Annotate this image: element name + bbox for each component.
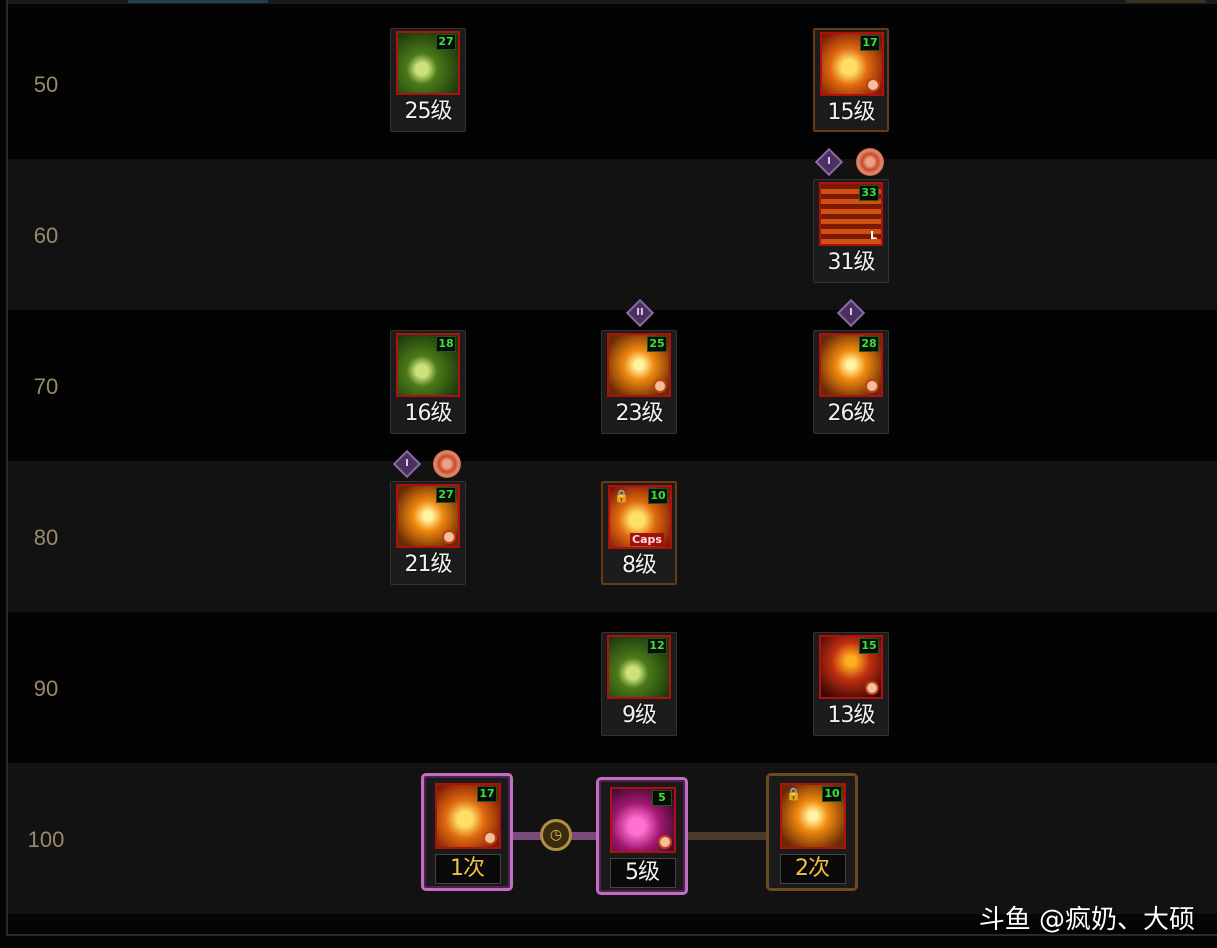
skill-level-badge: 10: [648, 488, 668, 504]
dark-tree-icon: 5: [610, 787, 676, 853]
skill-level-badge: 27: [436, 487, 456, 503]
flame-figure-icon: 15: [819, 635, 883, 699]
cooldown-clock-icon: [442, 530, 456, 544]
green-spike-icon: 27: [396, 31, 460, 95]
l-tag: L: [869, 229, 877, 242]
skill-level-label: 13级: [827, 703, 876, 728]
skill-level-badge: 27: [436, 34, 456, 50]
fire-slash-icon: 17: [820, 32, 884, 96]
cooldown-clock-icon: [865, 379, 879, 393]
skill-count-label: 1次: [450, 856, 485, 881]
awakening-skill-slot[interactable]: 17 1次: [421, 773, 513, 891]
skill-level-label: 31级: [827, 250, 876, 275]
watermark: 斗鱼 @疯奶、大硕: [978, 905, 1195, 935]
skill-slot[interactable]: 27 25级: [390, 28, 466, 132]
skill-level-label: 9级: [622, 703, 657, 728]
skill-level-label: 15级: [827, 100, 876, 125]
awakening-skill-slot[interactable]: 5 5级: [596, 777, 688, 895]
skill-level-badge: 10: [822, 786, 842, 802]
cooldown-clock-icon: [483, 831, 497, 845]
skill-level-badge: 17: [477, 786, 497, 802]
golden-warrior-icon: 25: [607, 333, 671, 397]
awakening-skill-slot[interactable]: 🔒 10 2次: [766, 773, 858, 891]
skill-count-label: 2次: [795, 856, 830, 881]
skill-connector: [683, 832, 768, 840]
skill-level-badge: 33: [859, 185, 879, 201]
caps-tag: Caps: [630, 533, 664, 546]
skill-slot[interactable]: 17 15级: [813, 28, 889, 132]
cooldown-clock-icon: [658, 835, 672, 849]
starburst-icon: 28: [819, 333, 883, 397]
cooldown-clock-icon: [653, 379, 667, 393]
skill-level-label: 8级: [622, 553, 657, 578]
skill-level-badge: 5: [652, 790, 672, 806]
skill-slot[interactable]: 18 16级: [390, 330, 466, 434]
skill-level-badge: 17: [860, 35, 880, 51]
skill-level-badge: 28: [859, 336, 879, 352]
fire-comet-icon: 🔒 10 Caps: [608, 485, 672, 549]
lock-icon: 🔒: [614, 489, 629, 503]
skill-level-label: 26级: [827, 401, 876, 426]
green-blade-icon: 18: [396, 333, 460, 397]
timer-icon: ◷: [540, 819, 572, 851]
skill-level-label: 16级: [404, 401, 453, 426]
skill-level-label: 21级: [404, 552, 453, 577]
skill-slot[interactable]: 33 L 31级: [813, 179, 889, 283]
golden-comet-icon: 🔒 10: [780, 783, 846, 849]
sword-thrust-icon: 33 L: [819, 182, 883, 246]
skill-level-label: 5级: [625, 860, 660, 885]
fire-slash-icon: 17: [435, 783, 501, 849]
skill-level-label: 23级: [615, 401, 664, 426]
skill-slot[interactable]: 12 9级: [601, 632, 677, 736]
swirl-emblem-icon: [856, 148, 884, 176]
skill-level-badge: 12: [647, 638, 667, 654]
skill-level-badge: 15: [859, 638, 879, 654]
lock-icon: 🔒: [786, 787, 801, 801]
cooldown-clock-icon: [866, 78, 880, 92]
skill-slot[interactable]: 🔒 10 Caps 8级: [601, 481, 677, 585]
skill-slot[interactable]: 25 23级: [601, 330, 677, 434]
skill-level-label: 25级: [404, 99, 453, 124]
golden-heart-icon: 27: [396, 484, 460, 548]
cooldown-clock-icon: [865, 681, 879, 695]
swirl-emblem-icon: [433, 450, 461, 478]
green-hood-icon: 12: [607, 635, 671, 699]
skill-level-badge: 18: [436, 336, 456, 352]
skill-slot[interactable]: 15 13级: [813, 632, 889, 736]
skill-level-badge: 25: [647, 336, 667, 352]
skill-slot[interactable]: 27 21级: [390, 481, 466, 585]
skill-slot[interactable]: 28 26级: [813, 330, 889, 434]
